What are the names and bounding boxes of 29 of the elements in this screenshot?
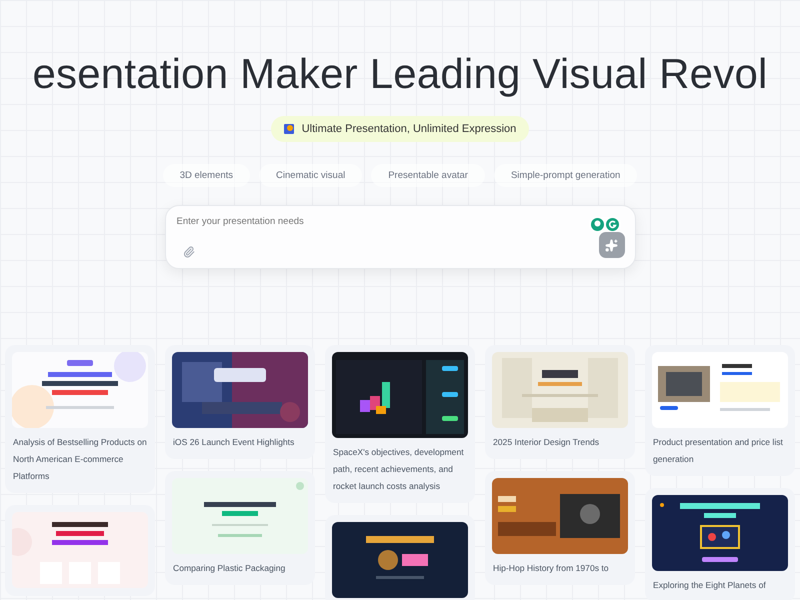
grammar-icon[interactable] bbox=[606, 218, 618, 231]
template-card[interactable] bbox=[325, 515, 475, 600]
template-card[interactable]: iOS 26 Launch Event Highlights bbox=[165, 345, 315, 459]
page-headline: esentation Maker Leading Visual Revol bbox=[32, 49, 768, 99]
template-card[interactable]: SpaceX's objectives, development path, recent achievements, and rocket launch costs analysis bbox=[325, 345, 475, 503]
card-title: iOS 26 Launch Event Highlights bbox=[172, 436, 296, 449]
feature-chip[interactable]: Presentable avatar bbox=[371, 164, 485, 187]
card-title: 2025 Interior Design Trends bbox=[492, 436, 600, 449]
image-icon bbox=[284, 124, 294, 134]
card-title: SpaceX's objectives, development path, recent achievements, and rocket launch costs analysis bbox=[332, 446, 465, 493]
feature-chip[interactable]: 3D elements bbox=[162, 164, 250, 187]
template-card[interactable]: Comparing Plastic Packaging bbox=[165, 471, 315, 585]
sparkle-icon bbox=[605, 238, 618, 252]
template-card[interactable]: Hip-Hop History from 1970s to bbox=[485, 471, 635, 585]
template-card[interactable]: 2025 Interior Design Trends bbox=[485, 345, 635, 459]
template-card[interactable]: Product presentation and price list generation bbox=[645, 345, 795, 476]
card-title: Analysis of Bestselling Products on North American E-commerce Platforms bbox=[12, 436, 148, 483]
template-card[interactable]: Analysis of Bestselling Products on North American E-commerce Platforms bbox=[5, 345, 155, 493]
feature-chip[interactable]: Cinematic visual bbox=[259, 164, 362, 187]
card-title: Product presentation and price list generation bbox=[652, 436, 784, 466]
prompt-input[interactable]: Enter your presentation needs bbox=[176, 216, 556, 227]
generate-button[interactable] bbox=[598, 232, 624, 258]
template-card[interactable] bbox=[5, 505, 155, 596]
card-title: Hip-Hop History from 1970s to bbox=[492, 562, 610, 575]
template-card[interactable]: Exploring the Eight Planets of bbox=[645, 488, 795, 600]
feature-chip[interactable]: Simple-prompt generation bbox=[494, 164, 638, 187]
badge-text: Ultimate Presentation, Unlimited Expression bbox=[302, 123, 516, 135]
card-title: Comparing Plastic Packaging bbox=[172, 562, 286, 575]
card-title: Exploring the Eight Planets of bbox=[652, 579, 767, 592]
